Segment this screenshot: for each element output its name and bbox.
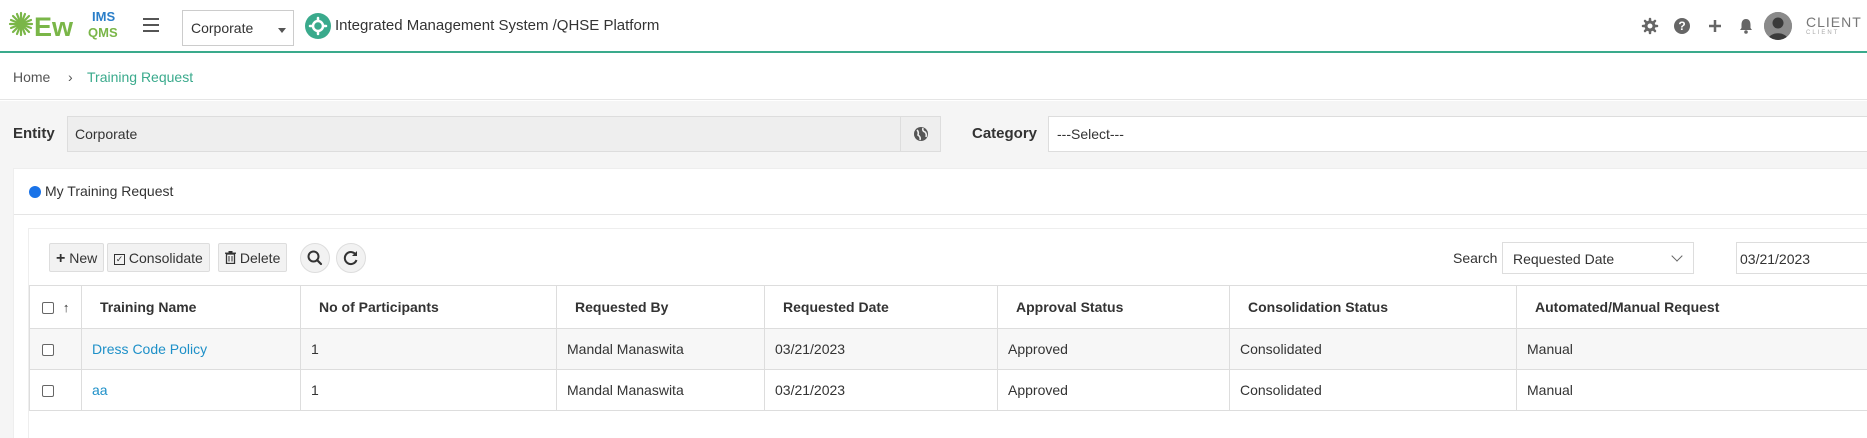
bell-icon[interactable] (1737, 17, 1755, 35)
plus-icon: + (56, 250, 66, 267)
search-field-value: Requested Date (1513, 251, 1615, 267)
platform-title: Integrated Management System /QHSE Platf… (335, 17, 660, 34)
entity-switcher-value: Corporate (191, 20, 254, 36)
breadcrumb-current: Training Request (87, 69, 194, 85)
training-name-cell: aa (81, 369, 301, 411)
gear-badge-icon (305, 13, 331, 39)
table-row[interactable]: Dress Code Policy 1 Mandal Manaswita 03/… (29, 328, 1867, 370)
select-all-checkbox[interactable] (42, 302, 54, 315)
delete-button[interactable]: Delete (218, 243, 288, 272)
row-checkbox[interactable] (42, 344, 54, 357)
consolidate-button-label: Consolidate (128, 250, 203, 266)
breadcrumb-home-link[interactable]: Home (13, 69, 50, 85)
entity-switcher-select[interactable]: Corporate (182, 10, 294, 46)
checkbox-checked-icon: ✓ (114, 254, 125, 265)
request-type-cell: Manual (1516, 369, 1867, 411)
row-checkbox[interactable] (42, 385, 54, 398)
category-select[interactable]: ---Select--- (1048, 116, 1867, 152)
participants-cell: 1 (300, 328, 557, 370)
training-request-table: ↑ Training Name No of Participants Reque… (29, 285, 1867, 411)
column-header-participants[interactable]: No of Participants (300, 285, 557, 329)
logo-main-text: Ew (34, 12, 74, 42)
sort-arrow-icon[interactable]: ↑ (63, 300, 70, 315)
requested-by-cell: Mandal Manaswita (556, 328, 765, 370)
column-header-requested-date[interactable]: Requested Date (764, 285, 998, 329)
entity-label: Entity (13, 125, 55, 142)
help-icon[interactable]: ? (1673, 17, 1691, 35)
caret-down-icon (278, 28, 286, 33)
chevron-down-icon (1671, 250, 1683, 262)
logo-ims-text: IMS (92, 9, 115, 24)
column-header-approval-status[interactable]: Approval Status (997, 285, 1230, 329)
consolidation-status-cell: Consolidated (1229, 328, 1517, 370)
row-select-cell (29, 369, 82, 411)
training-name-link[interactable]: aa (92, 382, 108, 398)
category-label: Category (972, 125, 1038, 142)
consolidate-button[interactable]: ✓ Consolidate (107, 243, 210, 272)
requested-by-cell: Mandal Manaswita (556, 369, 765, 411)
column-header-consolidation-status[interactable]: Consolidation Status (1229, 285, 1517, 329)
entity-field[interactable]: Corporate (67, 116, 901, 152)
status-dot-icon (29, 186, 41, 198)
delete-button-label: Delete (239, 250, 281, 266)
grid-panel: + New ✓ Consolidate Delete Search Reques… (28, 228, 1867, 438)
approval-status-cell: Approved (997, 328, 1230, 370)
globe-icon (914, 127, 928, 141)
search-icon (307, 250, 323, 266)
client-subtitle: CLIENT (1806, 30, 1840, 36)
requested-date-cell: 03/21/2023 (764, 369, 998, 411)
app-logo[interactable]: Ew IMS QMS (8, 6, 126, 42)
logo-qms-text: QMS (88, 25, 118, 40)
plus-icon[interactable] (1706, 17, 1724, 35)
requested-date-cell: 03/21/2023 (764, 328, 998, 370)
menu-toggle-icon[interactable] (143, 18, 159, 32)
participants-cell: 1 (300, 369, 557, 411)
training-name-link[interactable]: Dress Code Policy (92, 341, 207, 357)
new-button-label: New (69, 250, 98, 266)
table-header-row: ↑ Training Name No of Participants Reque… (29, 285, 1867, 329)
client-name[interactable]: CLIENT L (1806, 14, 1867, 30)
search-label: Search (1453, 250, 1498, 266)
consolidation-status-cell: Consolidated (1229, 369, 1517, 411)
top-header: Ew IMS QMS Corporate Integrated Manageme… (0, 0, 1867, 53)
request-type-cell: Manual (1516, 328, 1867, 370)
column-header-training-name[interactable]: Training Name (81, 285, 301, 329)
training-name-cell: Dress Code Policy (81, 328, 301, 370)
svg-text:?: ? (1678, 19, 1685, 33)
globe-button[interactable] (901, 116, 941, 152)
refresh-icon (343, 251, 358, 266)
breadcrumb-chevron-icon: › (68, 69, 73, 85)
training-request-card: My Training Request + New ✓ Consolidate … (13, 168, 1867, 438)
table-row[interactable]: aa 1 Mandal Manaswita 03/21/2023 Approve… (29, 369, 1867, 411)
card-title: My Training Request (45, 183, 174, 199)
settings-icon[interactable] (1641, 17, 1659, 35)
refresh-button[interactable] (336, 243, 366, 273)
avatar-icon[interactable] (1764, 12, 1792, 40)
trash-icon (225, 251, 236, 267)
breadcrumb: Home › Training Request (0, 55, 1867, 100)
search-field-select[interactable]: Requested Date (1502, 242, 1694, 274)
card-header: My Training Request (14, 169, 1867, 215)
column-header-request-type[interactable]: Automated/Manual Request (1516, 285, 1867, 329)
search-date-input[interactable]: 03/21/2023 (1736, 242, 1867, 274)
row-select-cell (29, 328, 82, 370)
select-all-header: ↑ (29, 285, 82, 329)
search-button[interactable] (300, 243, 330, 273)
column-header-requested-by[interactable]: Requested By (556, 285, 765, 329)
approval-status-cell: Approved (997, 369, 1230, 411)
new-button[interactable]: + New (49, 243, 105, 272)
